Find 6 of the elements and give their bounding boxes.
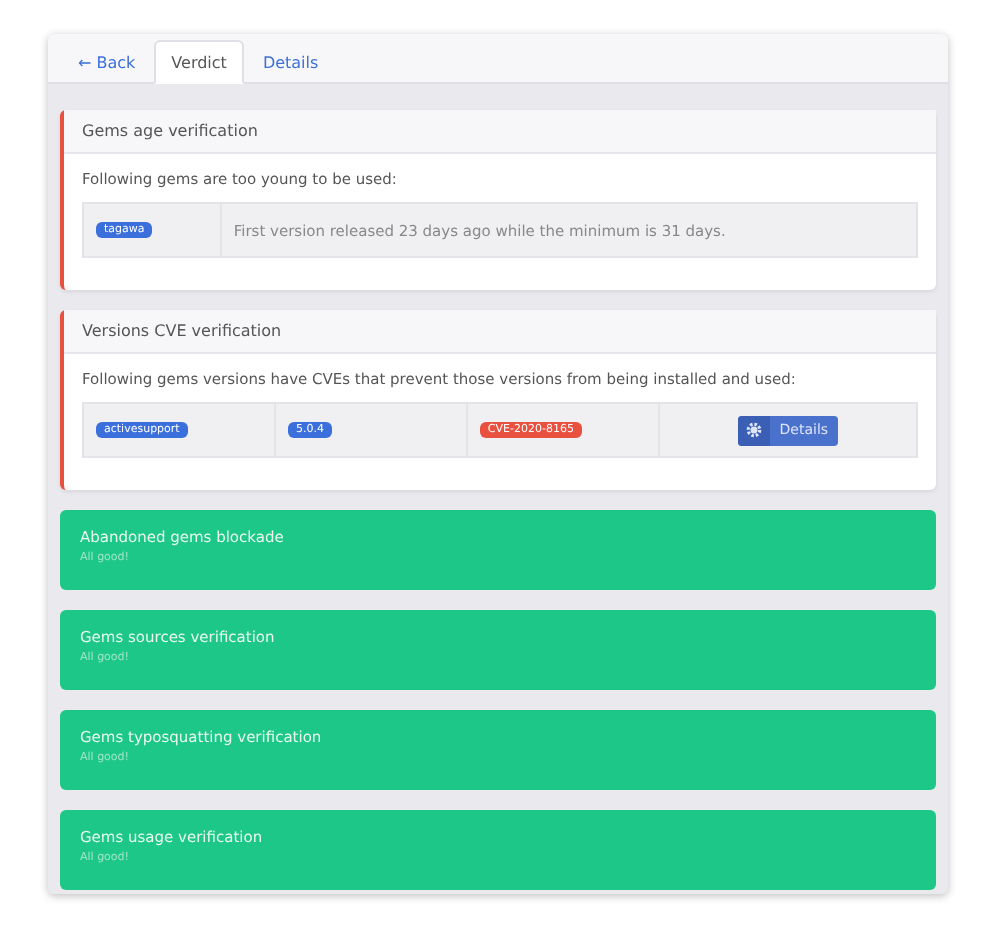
card-title: Gems age verification [64,110,936,154]
tab[interactable]: Verdict [153,40,245,84]
card-title: Versions CVE verification [64,310,936,354]
tab[interactable]: ← Back [60,40,154,84]
gear-icon [745,422,762,438]
tab[interactable]: Details [244,40,337,84]
